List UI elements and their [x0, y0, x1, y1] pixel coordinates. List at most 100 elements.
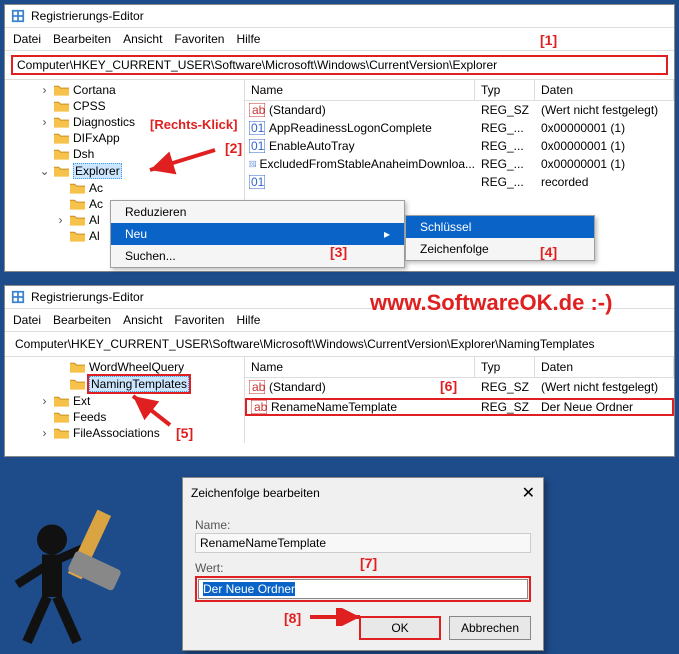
close-icon[interactable]: ✕ — [522, 483, 535, 503]
col-data[interactable]: Daten — [535, 80, 674, 100]
address-bar: Computer\HKEY_CURRENT_USER\Software\Micr… — [5, 332, 674, 357]
stick-figure-icon — [2, 502, 152, 652]
ok-button[interactable]: OK — [359, 616, 441, 640]
value-name: (Standard) — [269, 380, 326, 394]
list-row[interactable]: ab (Standard) REG_SZ(Wert nicht festgelegt… — [245, 101, 674, 119]
svg-text:ab: ab — [252, 380, 265, 394]
window-title: Registrierungs-Editor — [31, 290, 144, 304]
wert-input-wrap: Der Neue Ordner — [195, 576, 531, 602]
menu-favoriten[interactable]: Favoriten — [174, 313, 224, 327]
list-row[interactable]: ab (Standard) REG_SZ(Wert nicht festgelegt… — [245, 378, 674, 396]
value-data: Der Neue Ordner — [535, 398, 674, 416]
menu-bearbeiten[interactable]: Bearbeiten — [53, 313, 111, 327]
arrow-5-icon — [125, 390, 185, 430]
value-type: REG_... — [475, 139, 535, 153]
value-type: REG_SZ — [475, 398, 535, 416]
value-name: (Standard) — [269, 103, 326, 117]
menu-hilfe[interactable]: Hilfe — [236, 313, 260, 327]
svg-text:011: 011 — [251, 121, 265, 135]
menu-datei[interactable]: Datei — [13, 32, 41, 46]
tree-item-label: CPSS — [73, 99, 106, 113]
address-bar: Computer\HKEY_CURRENT_USER\Software\Micr… — [5, 51, 674, 80]
list-row[interactable]: 011AppReadinessLogonCompleteREG_...0x000… — [245, 119, 674, 137]
dialog-title: Zeichenfolge bearbeiten — [191, 486, 320, 500]
tree-item[interactable]: ›Cortana — [9, 82, 244, 98]
value-type: REG_... — [475, 121, 535, 135]
list-row[interactable]: 011ExcludedFromStableAnaheimDownloa...RE… — [245, 155, 674, 173]
marker-8: [8] — [284, 610, 301, 626]
menu-favoriten[interactable]: Favoriten — [174, 32, 224, 46]
menubar: Datei Bearbeiten Ansicht Favoriten Hilfe — [5, 28, 674, 51]
svg-text:ab: ab — [254, 400, 267, 414]
cancel-button[interactable]: Abbrechen — [449, 616, 531, 640]
tree-item-label: Feeds — [73, 410, 106, 424]
value-data: recorded — [535, 175, 674, 189]
sub-zeichenfolge[interactable]: Zeichenfolge — [406, 238, 594, 260]
tree-item-label: Diagnostics — [73, 115, 135, 129]
col-data[interactable]: Daten — [535, 357, 674, 377]
svg-text:ab: ab — [252, 103, 265, 117]
marker-3: [3] — [330, 244, 347, 260]
list-row[interactable]: 011 REG_...recorded — [245, 173, 674, 191]
chevron-right-icon: ▸ — [384, 227, 390, 241]
marker-6: [6] — [440, 378, 457, 394]
value-type: REG_SZ — [475, 380, 535, 394]
chevron-icon[interactable]: › — [39, 426, 50, 440]
marker-7: [7] — [360, 555, 377, 571]
ctx-neu[interactable]: Neu▸ — [111, 223, 404, 245]
marker-1: [1] — [540, 32, 557, 48]
tree-item-label: WordWheelQuery — [89, 360, 184, 374]
list-pane: Name Typ Daten ab(Standard)REG_SZ(Wert n… — [245, 357, 674, 443]
menu-bearbeiten[interactable]: Bearbeiten — [53, 32, 111, 46]
value-type: REG_SZ — [475, 103, 535, 117]
regedit-icon — [11, 290, 25, 304]
value-data: (Wert nicht festgelegt) — [535, 380, 674, 394]
svg-text:011: 011 — [251, 175, 265, 189]
rechts-klick-label: [Rechts-Klick] — [150, 117, 237, 132]
menu-ansicht[interactable]: Ansicht — [123, 313, 162, 327]
menu-hilfe[interactable]: Hilfe — [236, 32, 260, 46]
sub-schluessel[interactable]: Schlüssel — [406, 216, 594, 238]
list-row[interactable]: 011EnableAutoTrayREG_...0x00000001 (1) — [245, 137, 674, 155]
col-name[interactable]: Name — [245, 357, 475, 377]
arrow-8-icon — [308, 608, 368, 626]
tree-item-label: Ac — [89, 197, 103, 211]
value-data: 0x00000001 (1) — [535, 139, 674, 153]
menu-datei[interactable]: Datei — [13, 313, 41, 327]
tree-item[interactable]: CPSS — [9, 98, 244, 114]
value-type: REG_... — [475, 175, 535, 189]
chevron-icon[interactable]: ⌄ — [39, 164, 50, 178]
name-label: Name: — [195, 518, 531, 532]
chevron-icon[interactable]: › — [39, 394, 50, 408]
col-typ[interactable]: Typ — [475, 357, 535, 377]
tree-item[interactable]: WordWheelQuery — [9, 359, 244, 375]
tree-item-label: Ac — [89, 181, 103, 195]
context-submenu: Schlüssel Zeichenfolge — [405, 215, 595, 261]
col-typ[interactable]: Typ — [475, 80, 535, 100]
list-row[interactable]: abRenameNameTemplateREG_SZDer Neue Ordne… — [245, 396, 674, 418]
context-menu: Reduzieren Neu▸ Suchen... — [110, 200, 405, 268]
svg-text:011: 011 — [250, 162, 256, 168]
tree-item-label: Dsh — [73, 147, 94, 161]
tree-item-label: DIFxApp — [73, 131, 120, 145]
wert-input[interactable]: Der Neue Ordner — [198, 579, 528, 599]
address-input[interactable]: Computer\HKEY_CURRENT_USER\Software\Micr… — [11, 55, 668, 75]
tree-item-label: Ext — [73, 394, 90, 408]
chevron-icon[interactable]: › — [39, 83, 50, 97]
watermark: www.SoftwareOK.de :-) — [370, 290, 612, 316]
tree-item-label: Al — [89, 229, 100, 243]
value-name: EnableAutoTray — [269, 139, 355, 153]
address-input[interactable]: Computer\HKEY_CURRENT_USER\Software\Micr… — [11, 336, 668, 352]
regedit-icon — [11, 9, 25, 23]
value-data: 0x00000001 (1) — [535, 157, 674, 171]
value-name: AppReadinessLogonComplete — [269, 121, 432, 135]
menu-ansicht[interactable]: Ansicht — [123, 32, 162, 46]
arrow-2-icon — [140, 140, 220, 180]
chevron-icon[interactable]: › — [39, 115, 50, 129]
ctx-suchen[interactable]: Suchen... — [111, 245, 404, 267]
col-name[interactable]: Name — [245, 80, 475, 100]
ctx-reduzieren[interactable]: Reduzieren — [111, 201, 404, 223]
tree-item[interactable]: Ac — [9, 180, 244, 196]
value-data: (Wert nicht festgelegt) — [535, 103, 674, 117]
chevron-icon[interactable]: › — [55, 213, 66, 227]
